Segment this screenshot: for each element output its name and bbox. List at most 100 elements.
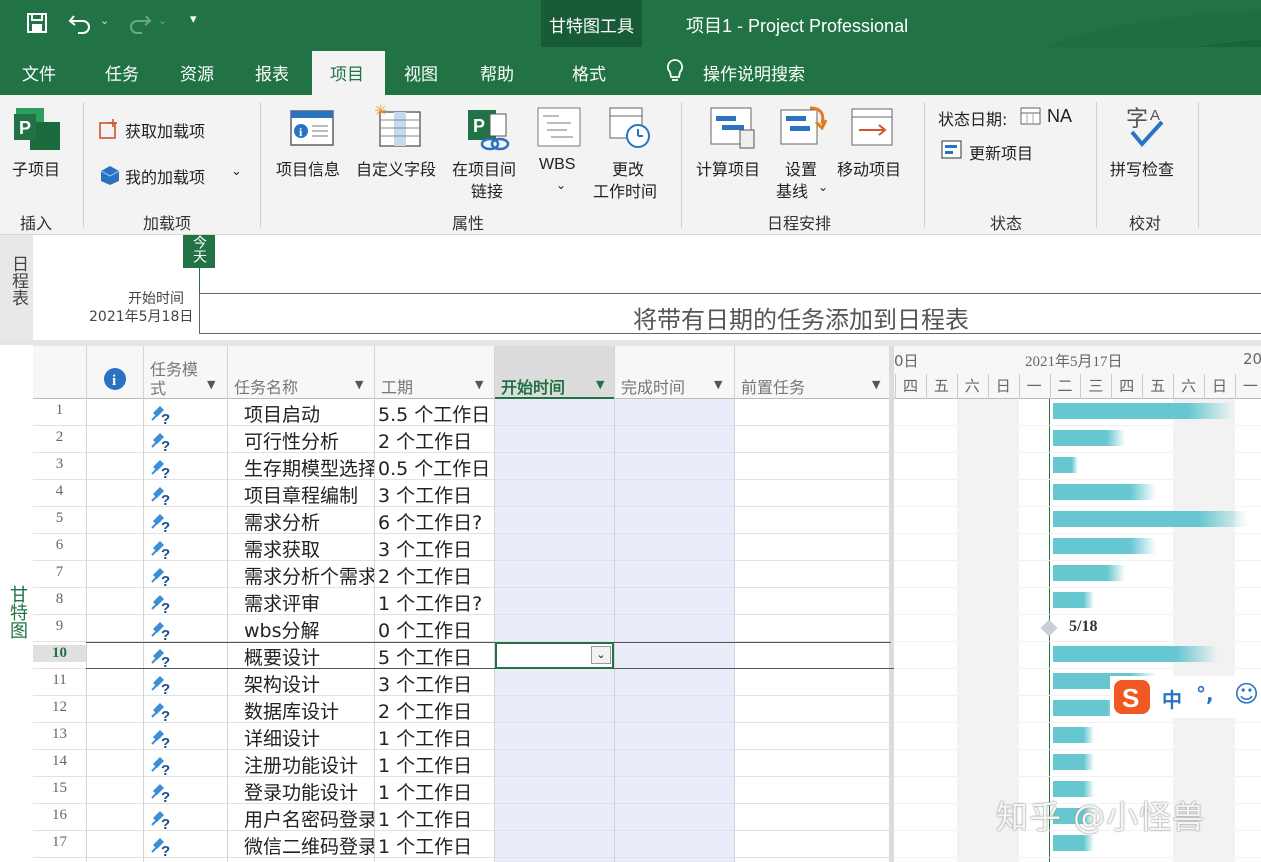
duration-cell[interactable]: 2 个工作日 bbox=[378, 562, 494, 589]
duration-cell[interactable]: 2 个工作日 bbox=[378, 697, 494, 724]
update-project-button[interactable]: 更新项目 bbox=[969, 140, 1033, 164]
row-number[interactable]: 5 bbox=[33, 510, 86, 527]
row-number[interactable]: 1 bbox=[33, 402, 86, 419]
undo-icon[interactable] bbox=[68, 12, 94, 34]
change-working-time-line1[interactable]: 更改 bbox=[612, 156, 644, 180]
change-working-time-line2[interactable]: 工作时间 bbox=[593, 178, 657, 202]
task-name-cell[interactable]: 需求获取 bbox=[244, 535, 374, 562]
task-name-cell[interactable]: 概要设计 bbox=[244, 643, 374, 670]
duration-cell[interactable]: 3 个工作日 bbox=[378, 481, 494, 508]
row-number[interactable]: 9 bbox=[33, 618, 86, 635]
manual-schedule-pin-icon[interactable]: ? bbox=[150, 753, 172, 775]
manual-schedule-pin-icon[interactable]: ? bbox=[150, 726, 172, 748]
duration-cell[interactable]: 2 个工作日 bbox=[378, 427, 494, 454]
task-name-cell[interactable]: wbs分解 bbox=[244, 616, 374, 643]
filter-arrow-icon[interactable]: ▼ bbox=[475, 378, 483, 391]
row-number[interactable]: 13 bbox=[33, 726, 86, 743]
task-name-cell[interactable]: 需求分析 bbox=[244, 508, 374, 535]
timeline-side-tab[interactable]: 日程表 bbox=[0, 235, 33, 340]
task-name-cell[interactable]: 项目章程编制 bbox=[244, 481, 374, 508]
manual-schedule-pin-icon[interactable]: ? bbox=[150, 510, 172, 532]
task-name-cell[interactable]: 用户名密码登录 bbox=[244, 805, 374, 832]
manual-schedule-pin-icon[interactable]: ? bbox=[150, 834, 172, 856]
task-name-cell[interactable]: 微信二维码登录 bbox=[244, 832, 374, 859]
gantt-bar[interactable] bbox=[1053, 403, 1233, 419]
gantt-bar[interactable] bbox=[1053, 457, 1079, 473]
filter-arrow-icon[interactable]: ▼ bbox=[207, 378, 215, 391]
manual-schedule-pin-icon[interactable]: ? bbox=[150, 456, 172, 478]
milestone-marker[interactable] bbox=[1040, 619, 1058, 637]
duration-cell[interactable]: 3 个工作日 bbox=[378, 670, 494, 697]
customize-toolbar-icon[interactable]: ▾ bbox=[190, 12, 197, 27]
duration-cell[interactable]: 1 个工作日 bbox=[378, 832, 494, 859]
row-number[interactable]: 11 bbox=[33, 672, 86, 689]
ime-emoji[interactable]: ☺ bbox=[1234, 680, 1259, 708]
redo-icon[interactable] bbox=[126, 12, 152, 34]
duration-cell[interactable]: 1 个工作日 bbox=[378, 778, 494, 805]
gantt-bar[interactable] bbox=[1053, 484, 1156, 500]
task-name-cell[interactable]: 架构设计 bbox=[244, 670, 374, 697]
gantt-bar[interactable] bbox=[1053, 646, 1218, 662]
task-name-cell[interactable]: 项目启动 bbox=[244, 400, 374, 427]
redo-dropdown-icon[interactable]: ⌄ bbox=[158, 14, 167, 27]
duration-cell[interactable]: 5 个工作日 bbox=[378, 643, 494, 670]
set-baseline-line1[interactable]: 设置 bbox=[785, 156, 817, 180]
duration-cell[interactable]: 1 个工作日 bbox=[378, 751, 494, 778]
row-number[interactable]: 4 bbox=[33, 483, 86, 500]
chevron-down-icon[interactable]: ⌄ bbox=[231, 164, 242, 179]
gantt-side-tab[interactable]: 甘特图 bbox=[0, 345, 33, 862]
gantt-bar[interactable] bbox=[1053, 430, 1125, 446]
tab-file[interactable]: 文件 bbox=[22, 60, 56, 85]
duration-cell[interactable]: 0.5 个工作日 bbox=[378, 454, 494, 481]
spelling-check-button[interactable]: 拼写检查 bbox=[1110, 156, 1174, 180]
manual-schedule-pin-icon[interactable]: ? bbox=[150, 537, 172, 559]
duration-cell[interactable]: 6 个工作日? bbox=[378, 508, 494, 535]
task-name-cell[interactable]: 详细设计 bbox=[244, 724, 374, 751]
gantt-bar[interactable] bbox=[1053, 511, 1249, 527]
filter-arrow-icon[interactable]: ▼ bbox=[714, 378, 722, 391]
row-number[interactable]: 12 bbox=[33, 699, 86, 716]
status-date-value[interactable]: NA bbox=[1047, 106, 1072, 127]
wbs-button[interactable]: WBS bbox=[539, 156, 575, 174]
save-icon[interactable] bbox=[26, 12, 48, 34]
my-addins-button[interactable]: 我的加载项 bbox=[125, 164, 205, 188]
row-number[interactable]: 16 bbox=[33, 807, 86, 824]
manual-schedule-pin-icon[interactable]: ? bbox=[150, 645, 172, 667]
chevron-down-icon[interactable]: ⌄ bbox=[556, 178, 566, 192]
manual-schedule-pin-icon[interactable]: ? bbox=[150, 699, 172, 721]
tab-help[interactable]: 帮助 bbox=[480, 60, 514, 85]
tab-format[interactable]: 格式 bbox=[572, 60, 606, 85]
manual-schedule-pin-icon[interactable]: ? bbox=[150, 429, 172, 451]
gantt-bar[interactable] bbox=[1053, 538, 1156, 554]
row-number[interactable]: 10 bbox=[33, 645, 86, 662]
spelling-check-icon[interactable]: 字 A bbox=[1124, 102, 1170, 150]
custom-fields-icon[interactable]: ✳ bbox=[374, 102, 424, 148]
task-name-cell[interactable]: 注册功能设计 bbox=[244, 751, 374, 778]
row-number[interactable]: 17 bbox=[33, 834, 86, 851]
manual-schedule-pin-icon[interactable]: ? bbox=[150, 780, 172, 802]
gantt-bar[interactable] bbox=[1053, 565, 1125, 581]
tab-view[interactable]: 视图 bbox=[404, 60, 438, 85]
manual-schedule-pin-icon[interactable]: ? bbox=[150, 618, 172, 640]
task-name-cell[interactable]: 生存期模型选择 bbox=[244, 454, 374, 481]
calendar-clock-icon[interactable] bbox=[608, 106, 652, 150]
cell-dropdown-button[interactable]: ⌄ bbox=[591, 646, 611, 664]
link-projects-line2[interactable]: 链接 bbox=[471, 178, 503, 202]
tab-project[interactable]: 项目 bbox=[330, 60, 364, 85]
tab-report[interactable]: 报表 bbox=[255, 60, 289, 85]
duration-cell[interactable]: 3 个工作日 bbox=[378, 535, 494, 562]
duration-cell[interactable]: 5.5 个工作日 bbox=[378, 400, 494, 427]
manual-schedule-pin-icon[interactable]: ? bbox=[150, 591, 172, 613]
task-name-cell[interactable]: 数据库设计 bbox=[244, 697, 374, 724]
custom-fields-button[interactable]: 自定义字段 bbox=[356, 156, 436, 180]
manual-schedule-pin-icon[interactable]: ? bbox=[150, 807, 172, 829]
filter-arrow-icon[interactable]: ▼ bbox=[596, 378, 604, 391]
calendar-icon[interactable] bbox=[1020, 106, 1042, 126]
link-projects-icon[interactable]: P bbox=[466, 108, 512, 154]
manual-schedule-pin-icon[interactable]: ? bbox=[150, 483, 172, 505]
tell-me-search[interactable]: 操作说明搜索 bbox=[703, 60, 805, 85]
calculate-project-icon[interactable] bbox=[710, 106, 756, 150]
manual-schedule-pin-icon[interactable]: ? bbox=[150, 672, 172, 694]
task-name-cell[interactable]: 需求分析个需求 bbox=[244, 562, 374, 589]
chevron-down-icon[interactable]: ⌄ bbox=[818, 180, 828, 194]
